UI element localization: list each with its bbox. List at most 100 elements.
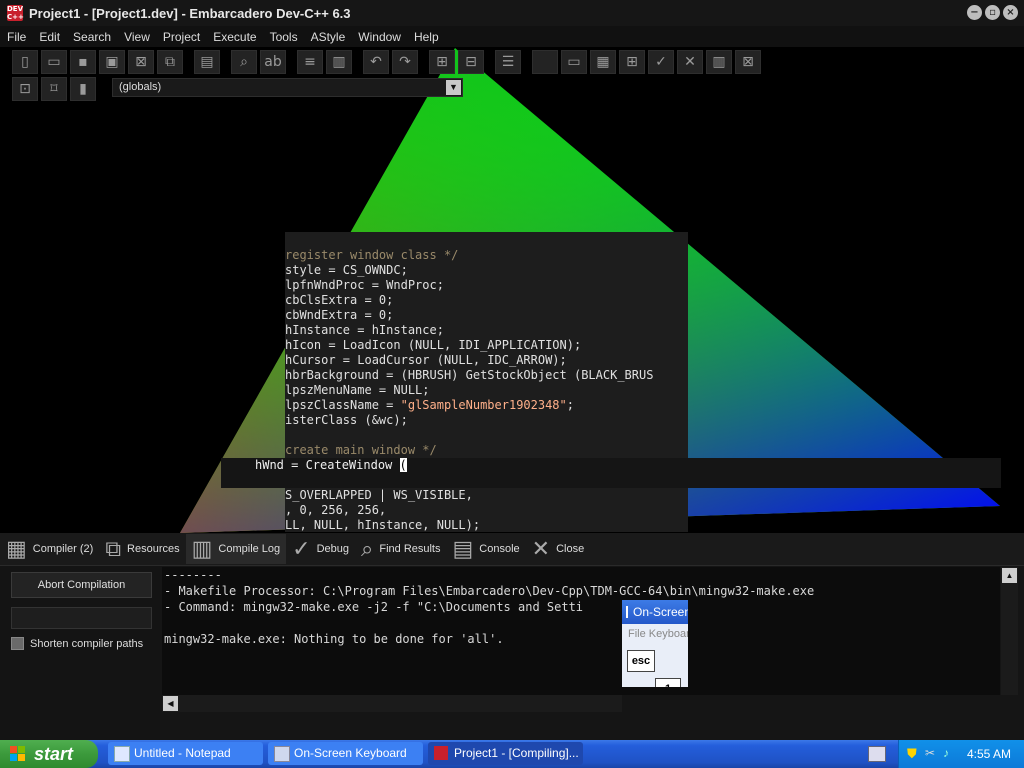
indent-icon[interactable]: ≡ bbox=[297, 50, 323, 74]
scroll-up-icon[interactable]: ▲ bbox=[1002, 568, 1017, 583]
open-icon[interactable]: ▭ bbox=[41, 50, 67, 74]
code-line: hInstance = hInstance; bbox=[285, 323, 444, 337]
menu-file[interactable]: File bbox=[0, 30, 32, 44]
main-toolbar: ▯ ▭ ▪ ▣ ⊠ ⧉ ▤ ⌕ ab ≡ ▥ ↶ ↷ ⊞ ⊟ ☰ ▭ ▦ ⊞ ✓… bbox=[12, 48, 764, 76]
bar-chart-icon: ▥ bbox=[191, 536, 213, 562]
tab-debug[interactable]: ✓ Debug bbox=[286, 534, 355, 564]
bookmark-list-icon[interactable]: ▮ bbox=[70, 77, 96, 101]
tab-resources[interactable]: ⧉ Resources bbox=[99, 534, 185, 564]
menu-search[interactable]: Search bbox=[66, 30, 117, 44]
minimize-button[interactable]: − bbox=[967, 5, 982, 20]
task-devcpp[interactable]: Project1 - [Compiling]... bbox=[428, 742, 583, 765]
on-screen-keyboard-window[interactable]: On-Screen Keyboard File Keyboard esc 1 bbox=[622, 600, 688, 687]
compile-icon[interactable] bbox=[532, 50, 558, 74]
replace-icon[interactable]: ab bbox=[260, 50, 286, 74]
chevron-down-icon[interactable]: ▼ bbox=[446, 80, 461, 95]
network-icon[interactable]: ✂ bbox=[925, 746, 935, 760]
compile-run-icon[interactable]: ▦ bbox=[590, 50, 616, 74]
shorten-paths-checkbox[interactable] bbox=[11, 637, 24, 650]
code-line: cbClsExtra = 0; bbox=[285, 293, 394, 307]
run-icon[interactable]: ▭ bbox=[561, 50, 587, 74]
project-options-icon[interactable]: ☰ bbox=[495, 50, 521, 74]
rebuild-icon[interactable]: ⊞ bbox=[619, 50, 645, 74]
code-line: lpfnWndProc = WndProc; bbox=[285, 278, 444, 292]
keyboard-icon bbox=[626, 606, 628, 618]
log-line: - Makefile Processor: C:\Program Files\E… bbox=[164, 584, 815, 598]
osk-title-bar[interactable]: On-Screen Keyboard bbox=[622, 600, 688, 624]
text-cursor: ( bbox=[399, 458, 407, 472]
windows-flag-icon bbox=[10, 746, 26, 762]
log-line: -------- bbox=[164, 568, 222, 582]
code-line: S_OVERLAPPED | WS_VISIBLE, bbox=[285, 488, 473, 502]
close-all-icon[interactable]: ⧉ bbox=[157, 50, 183, 74]
tab-compiler[interactable]: ▦ Compiler (2) bbox=[0, 534, 99, 564]
security-shield-icon[interactable]: ⛊ bbox=[907, 746, 917, 762]
keyboard-tray-icon[interactable] bbox=[868, 746, 886, 762]
clock[interactable]: 4:55 AM bbox=[967, 740, 1011, 768]
osk-key-1[interactable]: 1 bbox=[655, 678, 681, 687]
print-icon[interactable]: ▤ bbox=[194, 50, 220, 74]
code-line: , 0, 256, 256, bbox=[285, 503, 387, 517]
unindent-icon[interactable]: ▥ bbox=[326, 50, 352, 74]
menu-execute[interactable]: Execute bbox=[206, 30, 262, 44]
save-all-icon[interactable]: ▣ bbox=[99, 50, 125, 74]
menu-bar: File Edit Search View Project Execute To… bbox=[0, 26, 1024, 47]
task-on-screen-keyboard[interactable]: On-Screen Keyboard bbox=[268, 742, 423, 765]
close-window-button[interactable]: × bbox=[1003, 5, 1018, 20]
remove-from-project-icon[interactable]: ⊟ bbox=[458, 50, 484, 74]
close-file-icon[interactable]: ⊠ bbox=[128, 50, 154, 74]
bookmark-icon[interactable]: ⌑ bbox=[41, 77, 67, 101]
menu-help[interactable]: Help bbox=[407, 30, 445, 44]
stop-icon[interactable]: ✕ bbox=[677, 50, 703, 74]
osk-menu[interactable]: File Keyboard bbox=[622, 624, 688, 644]
osk-key-esc[interactable]: esc bbox=[627, 650, 655, 672]
new-file-icon[interactable]: ▯ bbox=[12, 50, 38, 74]
devcpp-app-icon[interactable]: DEV C++ bbox=[7, 5, 24, 21]
menu-tools[interactable]: Tools bbox=[263, 30, 304, 44]
devcpp-icon bbox=[434, 746, 448, 760]
profile-icon[interactable]: ▥ bbox=[706, 50, 732, 74]
tab-compile-log[interactable]: ▥ Compile Log bbox=[185, 534, 287, 564]
check-syntax-icon[interactable]: ✓ bbox=[648, 50, 674, 74]
restore-button[interactable]: ▫ bbox=[985, 5, 1000, 20]
find-icon[interactable]: ⌕ bbox=[231, 50, 257, 74]
code-line: isterClass (&wc); bbox=[285, 413, 408, 427]
goto-icon[interactable]: ⊡ bbox=[12, 77, 38, 101]
menu-astyle[interactable]: AStyle bbox=[304, 30, 352, 44]
menu-edit[interactable]: Edit bbox=[32, 30, 66, 44]
log-vertical-scrollbar[interactable]: ▲ bbox=[1001, 567, 1018, 695]
scope-select[interactable]: (globals) ▼ bbox=[112, 78, 463, 97]
shorten-paths-row[interactable]: Shorten compiler paths bbox=[11, 637, 143, 650]
menu-project[interactable]: Project bbox=[156, 30, 206, 44]
delete-profile-icon[interactable]: ⊠ bbox=[735, 50, 761, 74]
code-text: lpszClassName = bbox=[285, 398, 401, 412]
task-notepad[interactable]: Untitled - Notepad bbox=[108, 742, 263, 765]
tab-console[interactable]: ▤ Console bbox=[447, 534, 526, 564]
compile-log-output[interactable]: -------- - Makefile Processor: C:\Progra… bbox=[162, 567, 1000, 695]
menu-window[interactable]: Window bbox=[351, 30, 407, 44]
code-line: lpszMenuName = NULL; bbox=[285, 383, 430, 397]
find-results-icon: ⌕ bbox=[361, 536, 374, 562]
code-line: hbrBackground = (HBRUSH) GetStockObject … bbox=[285, 368, 654, 382]
abort-compilation-button[interactable]: Abort Compilation bbox=[11, 572, 152, 598]
volume-icon[interactable]: ♪ bbox=[943, 746, 949, 760]
scroll-left-icon[interactable]: ◀ bbox=[163, 696, 178, 711]
save-icon[interactable]: ▪ bbox=[70, 50, 96, 74]
tab-close[interactable]: ✕ Close bbox=[526, 534, 591, 564]
log-line: mingw32-make.exe: Nothing to be done for… bbox=[164, 632, 504, 646]
check-icon: ✓ bbox=[292, 536, 311, 562]
undo-icon[interactable]: ↶ bbox=[363, 50, 389, 74]
scope-select-value: (globals) bbox=[119, 81, 162, 93]
tab-label: Debug bbox=[316, 543, 350, 555]
log-horizontal-scrollbar[interactable]: ◀ bbox=[162, 695, 622, 712]
add-to-project-icon[interactable]: ⊞ bbox=[429, 50, 455, 74]
grid-icon: ▦ bbox=[6, 536, 27, 562]
redo-icon[interactable]: ↷ bbox=[392, 50, 418, 74]
tab-find-results[interactable]: ⌕ Find Results bbox=[355, 534, 446, 564]
secondary-toolbar: ⊡ ⌑ ▮ bbox=[12, 76, 99, 102]
code-line: LL, NULL, hInstance, NULL); bbox=[285, 518, 481, 532]
current-code-line[interactable]: hWnd = CreateWindow ( bbox=[255, 458, 407, 473]
start-button[interactable]: start bbox=[0, 740, 98, 768]
menu-view[interactable]: View bbox=[117, 30, 156, 44]
